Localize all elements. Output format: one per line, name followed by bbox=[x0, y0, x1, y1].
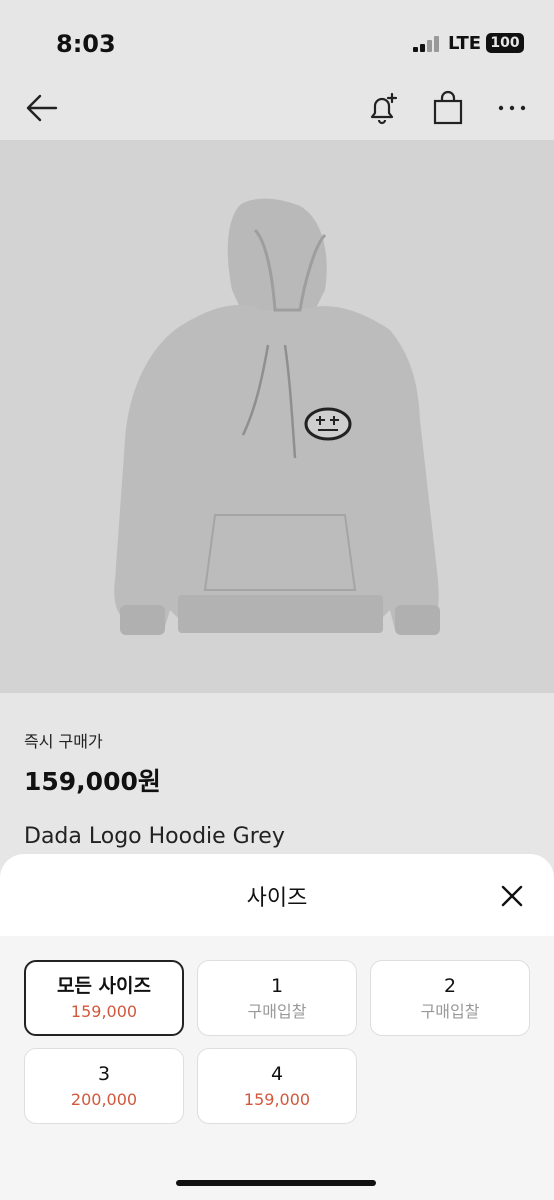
size-option-price: 200,000 bbox=[70, 1090, 138, 1109]
size-option-all[interactable]: 모든 사이즈 159,000 bbox=[24, 960, 184, 1036]
sheet-title: 사이즈 bbox=[246, 886, 308, 911]
size-option-1[interactable]: 1 구매입찰 bbox=[197, 960, 357, 1036]
size-option-label: 4 bbox=[270, 1063, 284, 1085]
size-option-2[interactable]: 2 구매입찰 bbox=[370, 960, 530, 1036]
size-option-price: 159,000 bbox=[70, 1002, 138, 1021]
size-option-label: 1 bbox=[270, 975, 284, 997]
home-indicator bbox=[176, 1180, 376, 1186]
size-option-3[interactable]: 3 200,000 bbox=[24, 1048, 184, 1124]
signal-icon bbox=[413, 36, 441, 52]
battery-icon: 100 bbox=[486, 33, 524, 53]
sheet-header: 사이즈 bbox=[0, 854, 554, 936]
arrow-left-icon[interactable] bbox=[22, 88, 62, 128]
shopping-bag-icon[interactable] bbox=[428, 88, 468, 128]
size-options: 모든 사이즈 159,000 1 구매입찰 2 구매입찰 3 200,000 4… bbox=[0, 936, 554, 1200]
size-option-status: 구매입찰 bbox=[420, 1002, 480, 1021]
size-option-label: 모든 사이즈 bbox=[56, 975, 151, 997]
size-option-price: 159,000 bbox=[243, 1090, 311, 1109]
product-image bbox=[0, 140, 554, 693]
size-bottom-sheet: 사이즈 모든 사이즈 159,000 1 구매입찰 2 구매입찰 3 200,0… bbox=[0, 854, 554, 1200]
status-time: 8:03 bbox=[56, 30, 116, 58]
more-horizontal-icon[interactable] bbox=[492, 88, 532, 128]
product-title: Dada Logo Hoodie Grey bbox=[24, 824, 285, 849]
size-option-4[interactable]: 4 159,000 bbox=[197, 1048, 357, 1124]
price-block: 즉시 구매가 159,000원 bbox=[24, 728, 161, 798]
top-nav bbox=[0, 80, 554, 138]
status-bar: 8:03 LTE 100 bbox=[0, 0, 554, 80]
bell-plus-icon[interactable] bbox=[362, 88, 402, 128]
close-icon[interactable] bbox=[498, 882, 526, 910]
network-type: LTE bbox=[448, 33, 482, 54]
price-label: 즉시 구매가 bbox=[24, 732, 103, 751]
size-option-status: 구매입찰 bbox=[247, 1002, 307, 1021]
size-option-label: 3 bbox=[97, 1063, 111, 1085]
size-option-label: 2 bbox=[443, 975, 457, 997]
price-value: 159,000원 bbox=[24, 767, 161, 796]
